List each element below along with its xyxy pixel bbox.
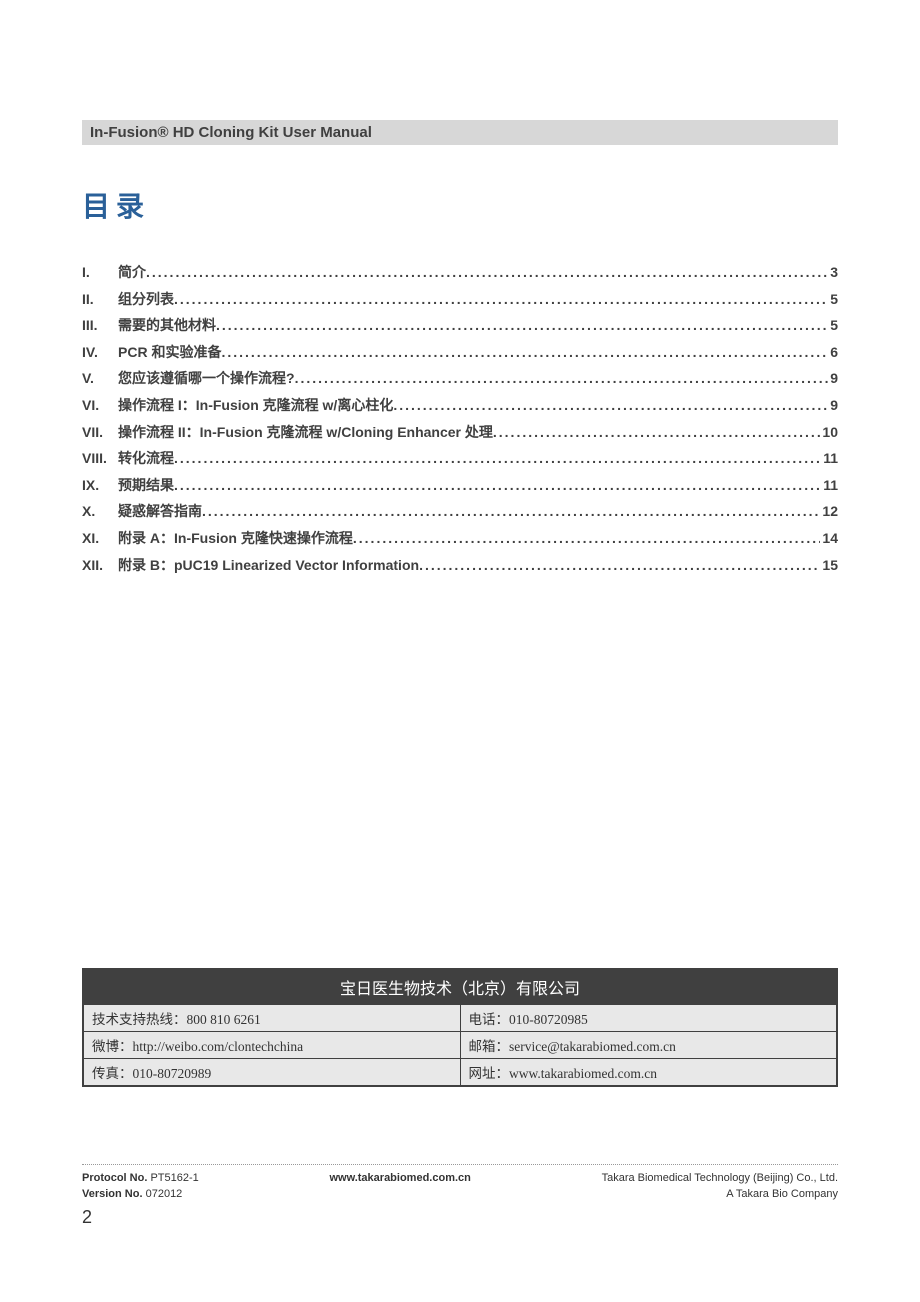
toc-dots: [174, 472, 821, 499]
toc-dots: [353, 525, 821, 552]
toc-item: VI.操作流程 I：In-Fusion 克隆流程 w/离心柱化 9: [82, 392, 838, 419]
toc-label: 疑惑解答指南: [118, 498, 202, 525]
toc-heading: 目录: [82, 185, 838, 225]
toc-page: 12: [820, 498, 838, 525]
toc-dots: [216, 312, 828, 339]
toc-page: 14: [820, 525, 838, 552]
toc-page: 11: [821, 445, 838, 472]
toc-item: VIII.转化流程 11: [82, 445, 838, 472]
toc-dots: [295, 365, 829, 392]
toc-dots: [221, 339, 828, 366]
toc-item: XII.附录 B：pUC19 Linearized Vector Informa…: [82, 552, 838, 579]
contact-cell: 微博：http://weibo.com/clontechchina: [83, 1032, 460, 1059]
toc-num: XI.: [82, 525, 118, 552]
contact-label: 技术支持热线：: [92, 1012, 187, 1027]
contact-value: 010-80720985: [509, 1012, 588, 1027]
contact-cell: 传真：010-80720989: [83, 1059, 460, 1087]
toc-num: VIII.: [82, 445, 118, 472]
toc-num: XII.: [82, 552, 118, 579]
footer-divider: [82, 1164, 838, 1165]
footer-right: Takara Biomedical Technology (Beijing) C…: [602, 1171, 838, 1202]
toc-page: 11: [821, 472, 838, 499]
toc-label: 操作流程 I：In-Fusion 克隆流程 w/离心柱化: [118, 392, 393, 419]
toc-num: V.: [82, 365, 118, 392]
toc-num: I.: [82, 259, 118, 286]
toc-num: III.: [82, 312, 118, 339]
toc-num: VI.: [82, 392, 118, 419]
footer-left: Protocol No. PT5162-1 Version No. 072012: [82, 1171, 199, 1202]
toc-item: IV.PCR 和实验准备 6: [82, 339, 838, 366]
toc-num: II.: [82, 286, 118, 313]
toc-dots: [493, 419, 821, 446]
footer-company: Takara Biomedical Technology (Beijing) C…: [602, 1171, 838, 1186]
version-value: 072012: [146, 1188, 183, 1200]
contact-label: 微博：: [92, 1039, 133, 1054]
toc-item: I.简介 3: [82, 259, 838, 286]
footer-subline: A Takara Bio Company: [602, 1187, 838, 1202]
toc-label: 预期结果: [118, 472, 174, 499]
contact-value: www.takarabiomed.com.cn: [509, 1066, 657, 1081]
contact-value: 800 810 6261: [187, 1012, 261, 1027]
contact-table: 宝日医生物技术（北京）有限公司 技术支持热线：800 810 6261 电话：0…: [82, 968, 838, 1087]
toc-item: V.您应该遵循哪一个操作流程? 9: [82, 365, 838, 392]
toc-page: 15: [820, 552, 838, 579]
toc-dots: [419, 552, 820, 579]
toc-label: 您应该遵循哪一个操作流程?: [118, 365, 295, 392]
contact-label: 网址：: [469, 1066, 510, 1081]
toc-label: 需要的其他材料: [118, 312, 216, 339]
toc-label: 附录 A：In-Fusion 克隆快速操作流程: [118, 525, 353, 552]
contact-cell: 技术支持热线：800 810 6261: [83, 1005, 460, 1032]
contact-value: http://weibo.com/clontechchina: [133, 1039, 304, 1054]
toc-item: X.疑惑解答指南 12: [82, 498, 838, 525]
document-header: In-Fusion® HD Cloning Kit User Manual: [82, 120, 838, 145]
document-title: In-Fusion® HD Cloning Kit User Manual: [90, 124, 372, 141]
toc-page: 6: [828, 339, 838, 366]
toc-list: I.简介 3 II.组分列表 5 III.需要的其他材料 5 IV.PCR 和实验准备…: [82, 259, 838, 578]
toc-dots: [202, 498, 820, 525]
toc-item: XI.附录 A：In-Fusion 克隆快速操作流程 14: [82, 525, 838, 552]
toc-label: 附录 B：pUC19 Linearized Vector Information: [118, 552, 419, 579]
toc-page: 9: [828, 365, 838, 392]
toc-dots: [174, 286, 828, 313]
contact-cell: 电话：010-80720985: [460, 1005, 837, 1032]
toc-label: 操作流程 II：In-Fusion 克隆流程 w/Cloning Enhance…: [118, 419, 493, 446]
toc-item: II.组分列表 5: [82, 286, 838, 313]
protocol-label: Protocol No.: [82, 1172, 147, 1184]
toc-page: 10: [820, 419, 838, 446]
version-label: Version No.: [82, 1188, 143, 1200]
company-name: 宝日医生物技术（北京）有限公司: [83, 969, 837, 1005]
contact-label: 传真：: [92, 1066, 133, 1081]
toc-dots: [393, 392, 828, 419]
toc-label: 转化流程: [118, 445, 174, 472]
page-number: 2: [82, 1207, 92, 1228]
toc-page: 5: [828, 286, 838, 313]
toc-dots: [146, 259, 828, 286]
toc-num: X.: [82, 498, 118, 525]
toc-label: PCR 和实验准备: [118, 339, 221, 366]
toc-num: VII.: [82, 419, 118, 446]
protocol-value: PT5162-1: [150, 1172, 198, 1184]
contact-label: 电话：: [469, 1012, 510, 1027]
contact-value: 010-80720989: [133, 1066, 212, 1081]
toc-num: IX.: [82, 472, 118, 499]
toc-page: 5: [828, 312, 838, 339]
toc-item: III.需要的其他材料 5: [82, 312, 838, 339]
toc-page: 9: [828, 392, 838, 419]
toc-label: 简介: [118, 259, 146, 286]
contact-cell: 邮箱：service@takarabiomed.com.cn: [460, 1032, 837, 1059]
contact-cell: 网址：www.takarabiomed.com.cn: [460, 1059, 837, 1087]
toc-item: VII.操作流程 II：In-Fusion 克隆流程 w/Cloning Enh…: [82, 419, 838, 446]
page-footer: Protocol No. PT5162-1 Version No. 072012…: [82, 1164, 838, 1202]
contact-label: 邮箱：: [469, 1039, 510, 1054]
toc-page: 3: [828, 259, 838, 286]
toc-item: IX.预期结果 11: [82, 472, 838, 499]
toc-num: IV.: [82, 339, 118, 366]
contact-value: service@takarabiomed.com.cn: [509, 1039, 676, 1054]
toc-label: 组分列表: [118, 286, 174, 313]
footer-center: www.takarabiomed.com.cn: [199, 1171, 602, 1202]
toc-dots: [174, 445, 821, 472]
